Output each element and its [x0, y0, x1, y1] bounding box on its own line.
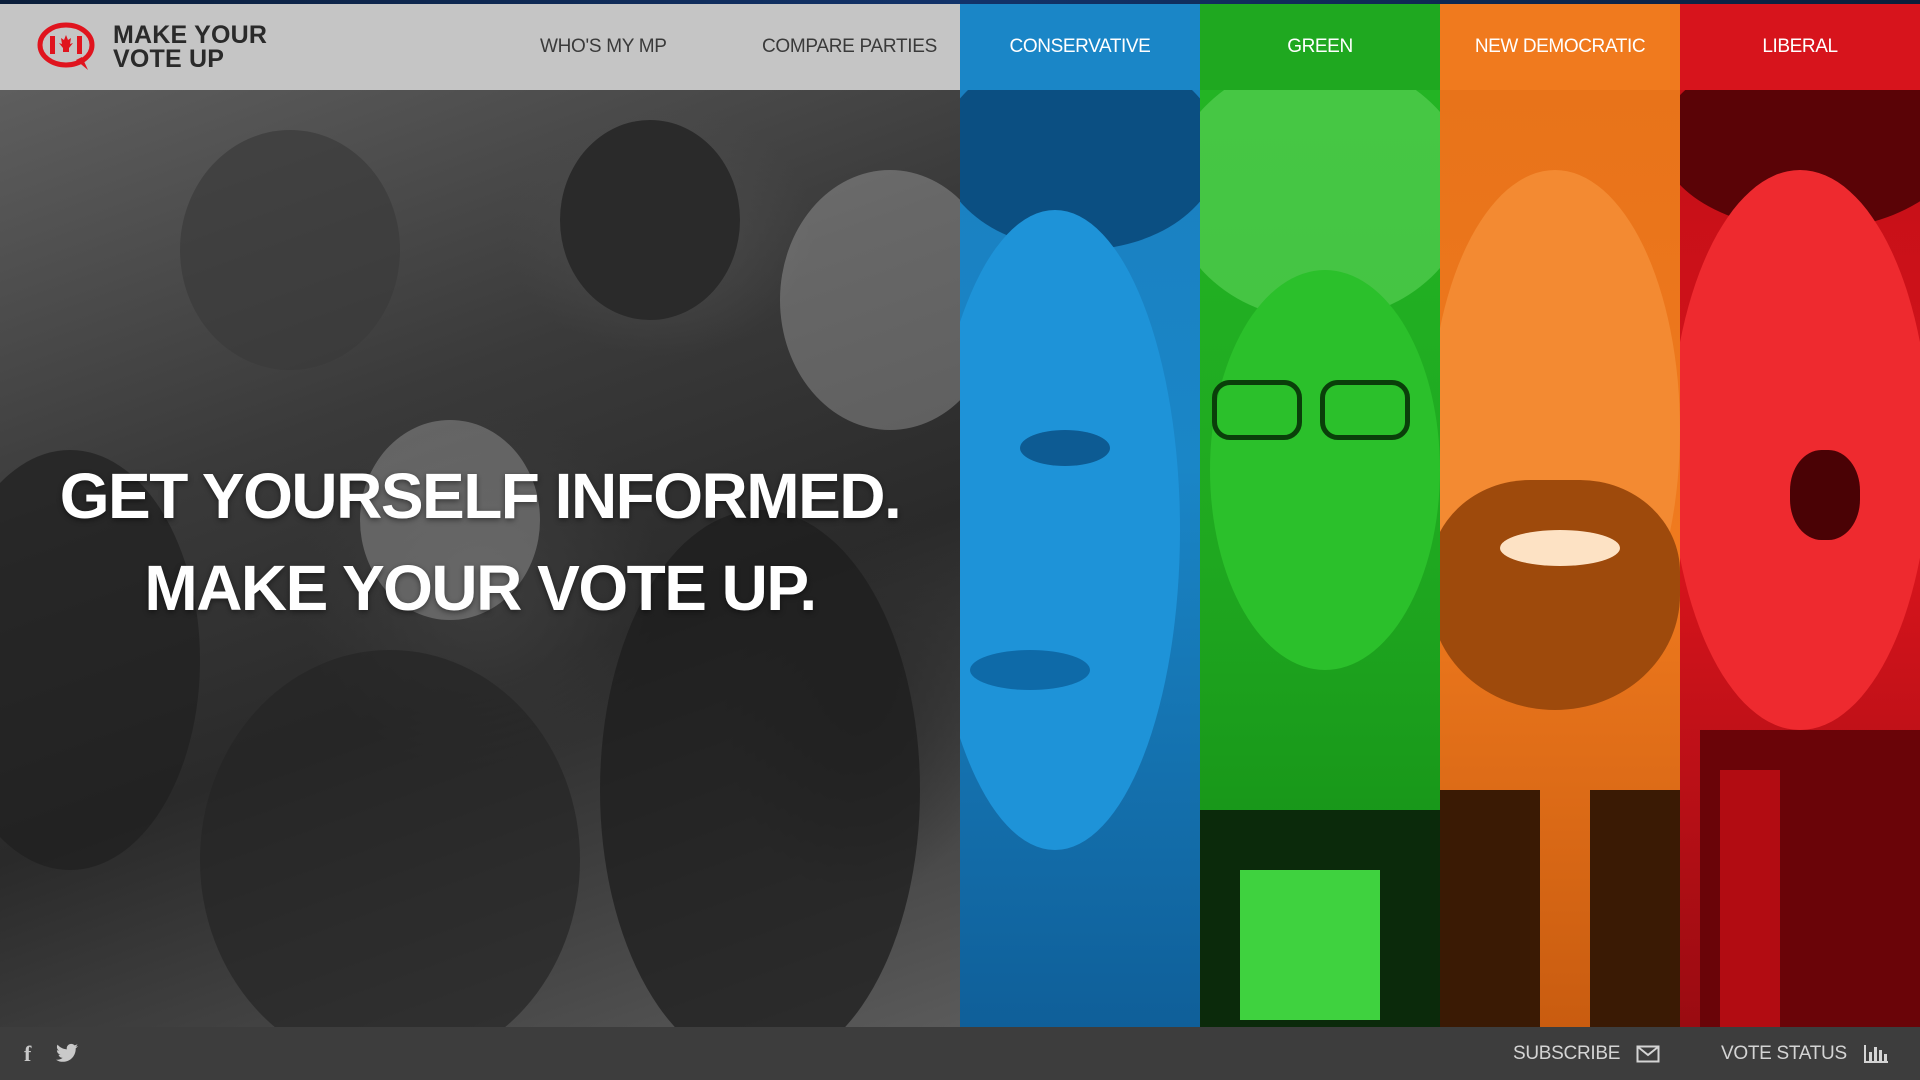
site-logo[interactable]: MAKE YOUR VOTE UP — [36, 21, 267, 73]
panel-conservative[interactable] — [960, 90, 1200, 1027]
nav-compare-parties[interactable]: COMPARE PARTIES — [762, 4, 937, 90]
bar-chart-icon — [1863, 1044, 1888, 1063]
vote-status-label: VOTE STATUS — [1721, 1042, 1847, 1064]
hero-headline-line-1: GET YOURSELF INFORMED. — [59, 460, 902, 532]
top-accent-bar — [0, 0, 1920, 4]
panel-mouth — [970, 650, 1090, 690]
panel-face — [960, 210, 1180, 850]
panel-jacket — [1440, 790, 1540, 1027]
panel-jacket — [1590, 790, 1680, 1027]
tab-green[interactable]: GREEN — [1200, 4, 1440, 90]
tab-conservative[interactable]: CONSERVATIVE — [960, 4, 1200, 90]
panel-face — [1680, 170, 1920, 730]
vote-status-link[interactable]: VOTE STATUS — [1721, 1027, 1889, 1080]
panel-green[interactable] — [1200, 90, 1440, 1027]
facebook-icon[interactable]: f — [24, 1027, 31, 1080]
subscribe-label: SUBSCRIBE — [1513, 1042, 1621, 1064]
photo-figure — [780, 170, 960, 430]
panel-shirt-logo — [1240, 870, 1380, 1020]
site-header: MAKE YOUR VOTE UP WHO'S MY MP COMPARE PA… — [0, 4, 1920, 90]
panel-beard — [1440, 480, 1680, 710]
site-footer: f SUBSCRIBE VOTE STATUS — [0, 1027, 1920, 1080]
photo-figure — [560, 120, 740, 320]
canada-flag-logo-icon — [37, 22, 95, 70]
logo-line-2: VOTE UP — [113, 45, 225, 73]
tab-liberal[interactable]: LIBERAL — [1680, 4, 1920, 90]
subscribe-link[interactable]: SUBSCRIBE — [1513, 1027, 1660, 1080]
hero-headline-line-2: MAKE YOUR VOTE UP. — [144, 552, 817, 624]
nav-whos-my-mp[interactable]: WHO'S MY MP — [540, 4, 667, 90]
photo-figure — [180, 130, 400, 370]
panel-face — [1210, 270, 1440, 670]
logo-line-1: MAKE YOUR — [113, 21, 268, 49]
panel-liberal[interactable] — [1680, 90, 1920, 1027]
tab-new-democratic[interactable]: NEW DEMOCRATIC — [1440, 4, 1680, 90]
header-left: MAKE YOUR VOTE UP WHO'S MY MP COMPARE PA… — [0, 4, 960, 90]
panel-mouth — [1790, 450, 1860, 540]
hero-headline: GET YOURSELF INFORMED. MAKE YOUR VOTE UP… — [0, 450, 960, 634]
panel-tie — [1720, 770, 1780, 1027]
panel-new-democratic[interactable] — [1440, 90, 1680, 1027]
panel-glasses — [1320, 380, 1410, 440]
photo-figure — [200, 650, 580, 1027]
twitter-icon[interactable] — [56, 1043, 78, 1063]
parliament-photo: GET YOURSELF INFORMED. MAKE YOUR VOTE UP… — [0, 90, 960, 1027]
hero-section: GET YOURSELF INFORMED. MAKE YOUR VOTE UP… — [0, 90, 1920, 1027]
panel-eye — [1020, 430, 1110, 466]
panel-glasses — [1212, 380, 1302, 440]
envelope-icon — [1636, 1045, 1660, 1062]
logo-wordmark: MAKE YOUR VOTE UP — [113, 21, 268, 73]
panel-mouth — [1500, 530, 1620, 566]
